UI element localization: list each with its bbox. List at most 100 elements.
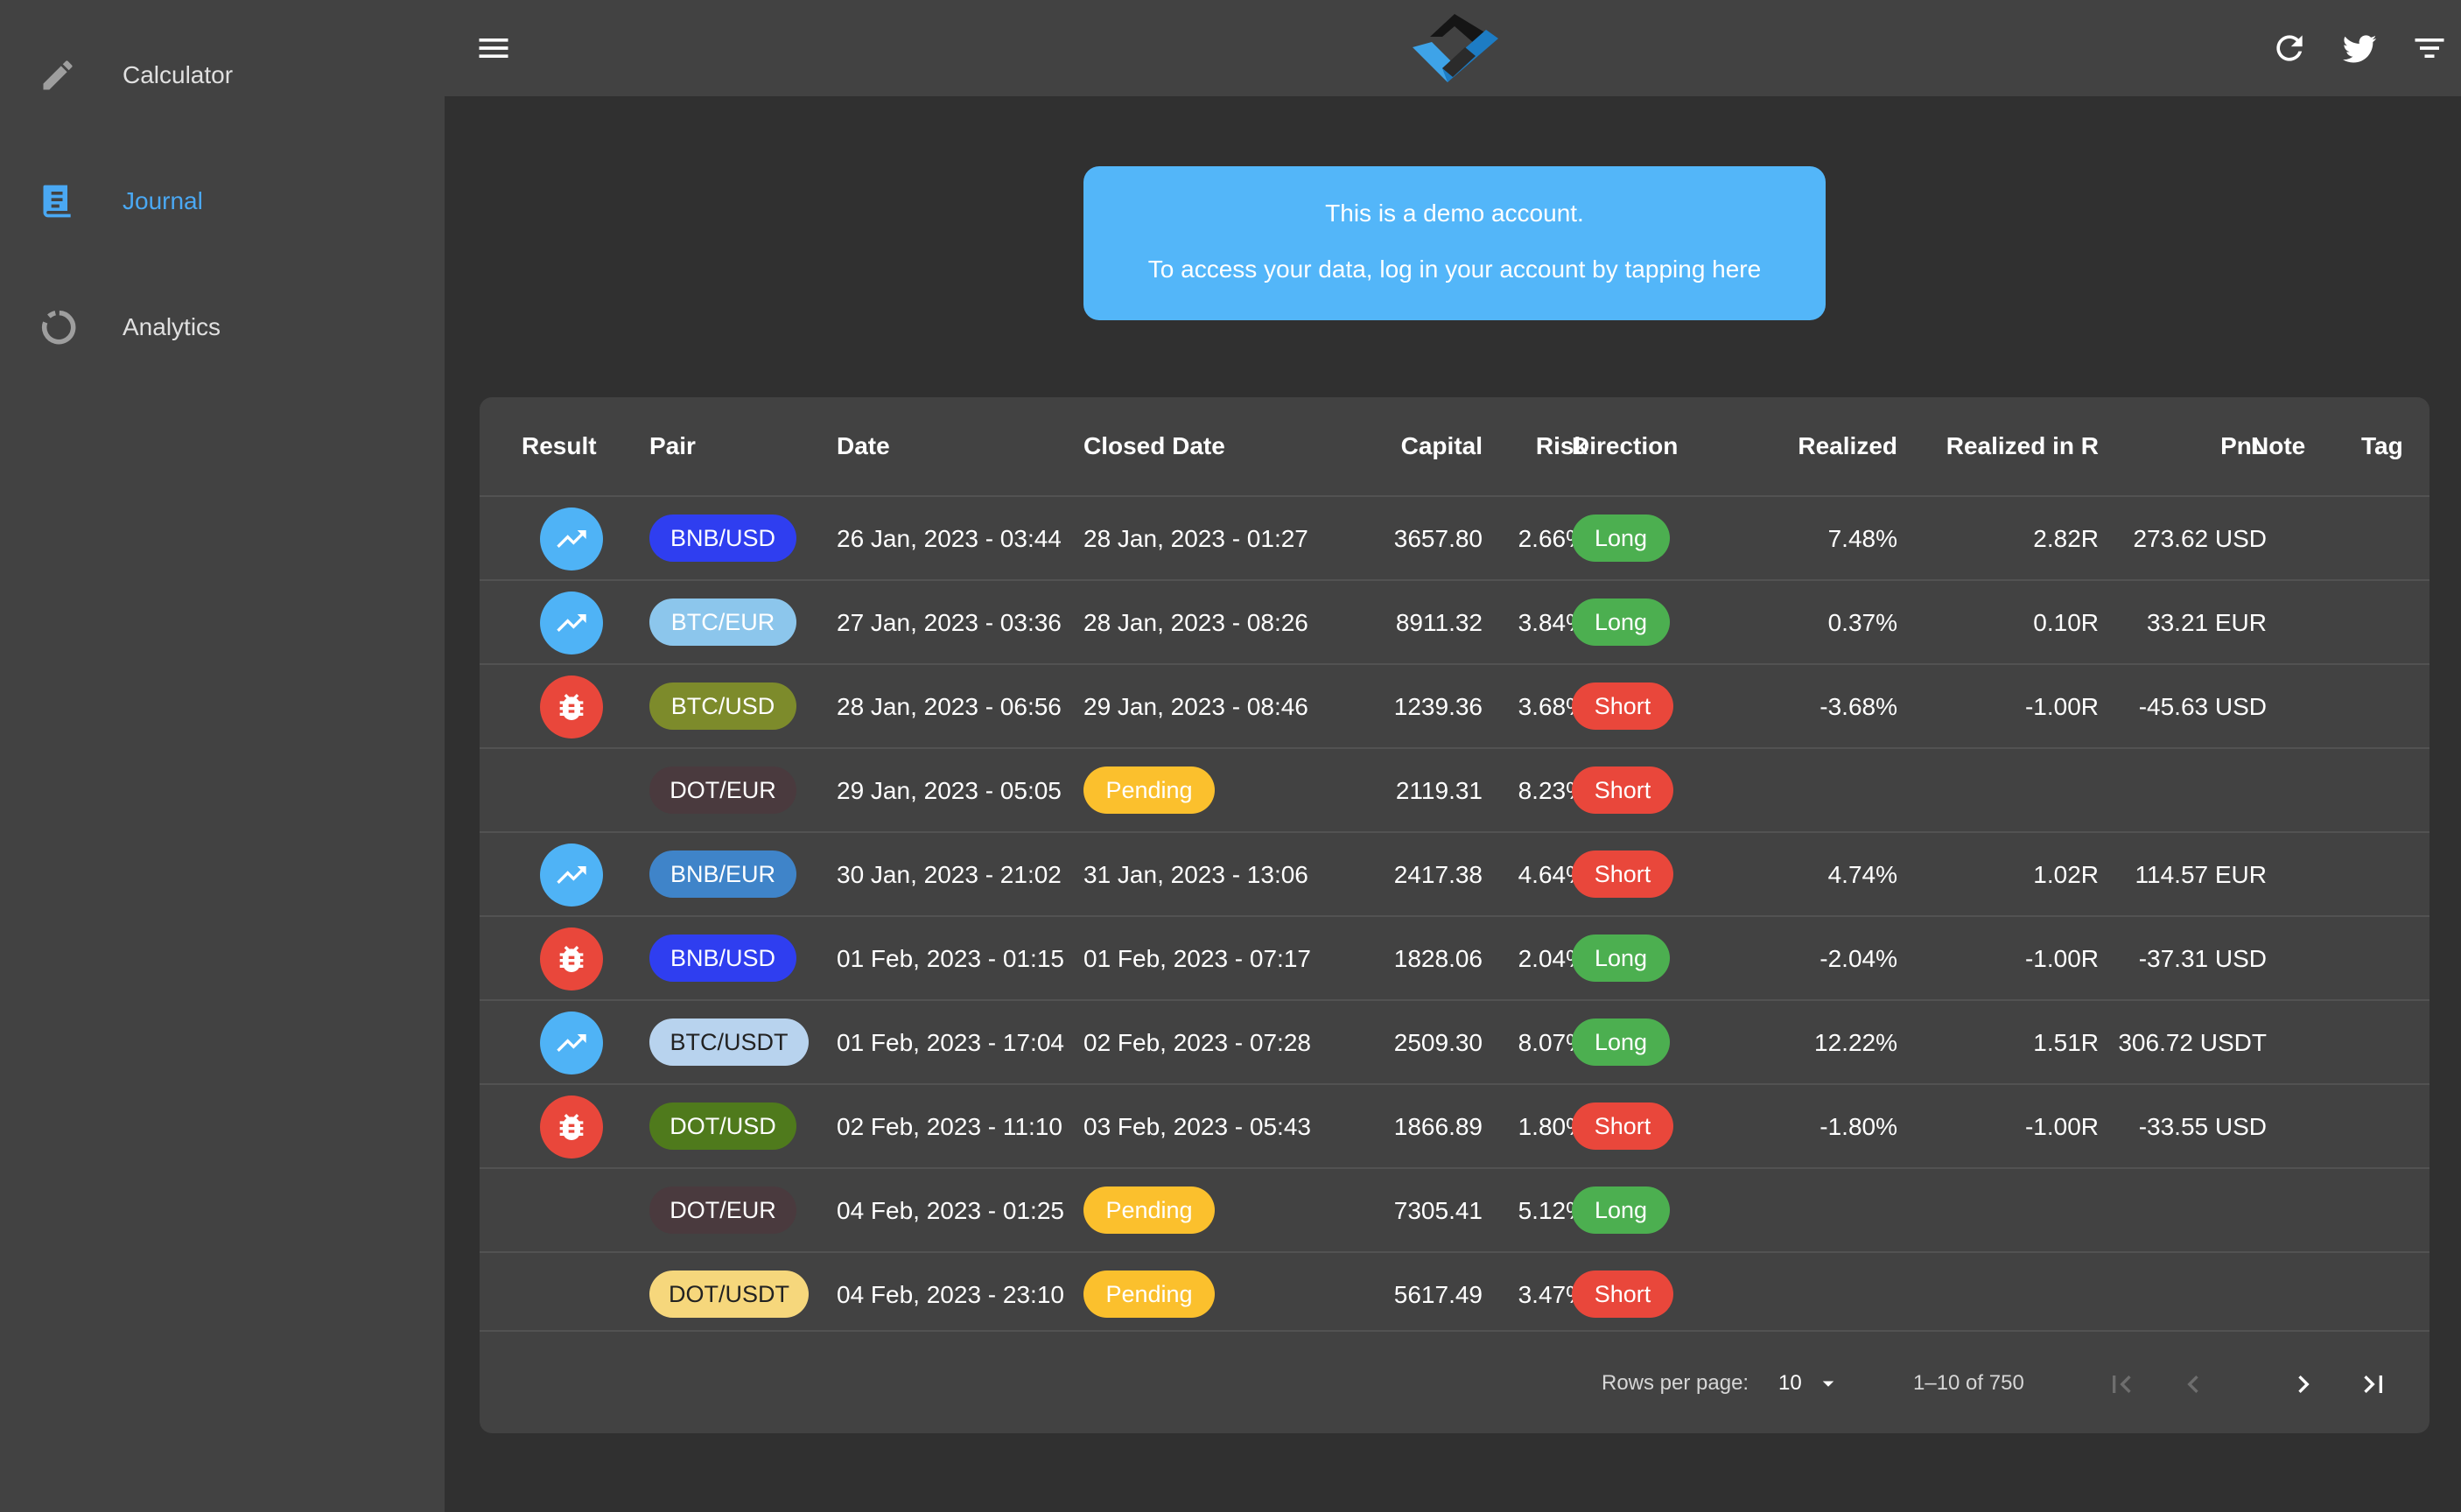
direction-long-chip: Long <box>1572 514 1670 562</box>
date-cell: 28 Jan, 2023 - 06:56 <box>837 693 1062 720</box>
pencil-icon <box>43 60 73 90</box>
realized-cell: -2.04% <box>1819 945 1897 972</box>
trending-up-icon <box>557 866 586 884</box>
pnl-cell: -45.63 USD <box>2138 693 2267 720</box>
journal-icon <box>43 185 71 218</box>
pair-chip[interactable]: BNB/USD <box>649 934 796 982</box>
result-loss-badge <box>540 928 603 990</box>
sidebar-item-journal[interactable]: Journal <box>0 149 445 254</box>
menu-icon[interactable] <box>474 29 513 67</box>
table-row[interactable]: BNB/USD 26 Jan, 2023 - 03:44 28 Jan, 2023 … <box>480 495 2429 581</box>
pair-chip[interactable]: BTC/USD <box>649 682 796 730</box>
direction-short-chip: Short <box>1572 850 1673 898</box>
pnl-cell: -33.55 USD <box>2138 1113 2267 1140</box>
pair-chip[interactable]: DOT/USD <box>649 1102 796 1150</box>
realized-r-cell <box>1897 1253 2099 1337</box>
realized-r-cell: -1.00R <box>2024 1113 2099 1140</box>
column-header-pnl[interactable]: PnL <box>2099 397 2267 495</box>
last-page-icon[interactable] <box>2356 1367 2391 1402</box>
sidebar-item-analytics[interactable]: Analytics <box>0 275 445 380</box>
table-row[interactable]: BTC/USDT 01 Feb, 2023 - 17:04 02 Feb, 2023… <box>480 999 2429 1085</box>
rows-per-page-select[interactable]: 10 <box>1778 1332 1802 1433</box>
pair-chip[interactable]: BNB/EUR <box>649 850 796 898</box>
realized-cell: 12.22% <box>1814 1029 1897 1056</box>
direction-short-chip: Short <box>1572 1102 1673 1150</box>
table-row[interactable]: DOT/USDT 04 Feb, 2023 - 23:10 Pending 5617.… <box>480 1251 2429 1337</box>
date-cell: 04 Feb, 2023 - 23:10 <box>837 1281 1064 1308</box>
capital-cell: 1239.36 <box>1393 693 1483 720</box>
pnl-cell <box>2099 1253 2267 1337</box>
realized-cell: 0.37% <box>1827 609 1897 636</box>
result-win-badge <box>540 844 603 906</box>
column-header-capital[interactable]: Capital <box>1337 397 1483 495</box>
closed-date-cell: 28 Jan, 2023 - 01:27 <box>1083 525 1308 552</box>
pair-chip[interactable]: BTC/EUR <box>649 598 796 646</box>
first-page-icon[interactable] <box>2104 1367 2139 1402</box>
column-header-result[interactable]: Result <box>522 397 597 495</box>
sidebar-item-label: Journal <box>123 187 203 214</box>
table-row[interactable]: BNB/EUR 30 Jan, 2023 - 21:02 31 Jan, 2023 … <box>480 831 2429 917</box>
column-header-note[interactable]: Note <box>2251 397 2305 495</box>
column-header-pair[interactable]: Pair <box>649 397 696 495</box>
closed-date-cell: 29 Jan, 2023 - 08:46 <box>1083 693 1308 720</box>
chevron-down-icon[interactable] <box>1815 1370 1841 1396</box>
pending-chip: Pending <box>1083 1270 1215 1318</box>
realized-cell <box>1722 1253 1897 1337</box>
table-row[interactable]: DOT/EUR 04 Feb, 2023 - 01:25 Pending 7305.4… <box>480 1167 2429 1253</box>
capital-cell: 8911.32 <box>1395 609 1483 636</box>
column-header-realized[interactable]: Realized <box>1722 397 1897 495</box>
realized-cell <box>1722 1169 1897 1253</box>
table-pagination: Rows per page: 10 1–10 of 750 <box>480 1330 2429 1433</box>
column-header-closed-date[interactable]: Closed Date <box>1083 397 1225 495</box>
realized-r-cell <box>1897 749 2099 833</box>
closed-date-cell: 31 Jan, 2023 - 13:06 <box>1083 861 1308 888</box>
demo-account-banner[interactable]: This is a demo account. To access your d… <box>1083 166 1826 320</box>
table-row[interactable]: DOT/EUR 29 Jan, 2023 - 05:05 Pending 2119.3… <box>480 747 2429 833</box>
pair-chip[interactable]: BNB/USD <box>649 514 796 562</box>
pair-chip[interactable]: DOT/USDT <box>649 1270 809 1318</box>
realized-r-cell: -1.00R <box>2024 693 2099 720</box>
pair-chip[interactable]: DOT/EUR <box>649 766 796 814</box>
pnl-cell <box>2099 749 2267 833</box>
sidebar-item-label: Calculator <box>123 61 234 88</box>
closed-date-cell: 02 Feb, 2023 - 07:28 <box>1083 1029 1311 1056</box>
date-cell: 01 Feb, 2023 - 17:04 <box>837 1029 1064 1056</box>
filter-icon[interactable] <box>2410 29 2449 67</box>
realized-cell <box>1722 749 1897 833</box>
pnl-cell: 273.62 USD <box>2133 525 2267 552</box>
column-header-direction[interactable]: Direction <box>1572 397 1678 495</box>
table-row[interactable]: BTC/EUR 27 Jan, 2023 - 03:36 28 Jan, 2023 … <box>480 579 2429 665</box>
pair-chip[interactable]: BTC/USDT <box>649 1018 809 1066</box>
date-cell: 02 Feb, 2023 - 11:10 <box>837 1113 1062 1140</box>
twitter-icon[interactable] <box>2340 29 2379 67</box>
table-row[interactable]: BTC/USD 28 Jan, 2023 - 06:56 29 Jan, 2023 … <box>480 663 2429 749</box>
pnl-cell: 306.72 USDT <box>2118 1029 2267 1056</box>
column-header-tag[interactable]: Tag <box>2361 397 2403 495</box>
closed-date-cell: 28 Jan, 2023 - 08:26 <box>1083 609 1308 636</box>
direction-short-chip: Short <box>1572 682 1673 730</box>
capital-cell: 2417.38 <box>1393 861 1483 888</box>
pagination-range: 1–10 of 750 <box>1913 1371 2024 1395</box>
date-cell: 27 Jan, 2023 - 03:36 <box>837 609 1062 636</box>
sidebar-item-calculator[interactable]: Calculator <box>0 23 445 128</box>
pair-chip[interactable]: DOT/EUR <box>649 1186 796 1234</box>
table-row[interactable]: BNB/USD 01 Feb, 2023 - 01:15 01 Feb, 2023 … <box>480 915 2429 1001</box>
realized-r-cell: -1.00R <box>2024 945 2099 972</box>
sidebar: Calculator Journal Analytics <box>0 0 445 1512</box>
pnl-cell <box>2099 1169 2267 1253</box>
table-row[interactable]: DOT/USD 02 Feb, 2023 - 11:10 03 Feb, 2023 … <box>480 1083 2429 1169</box>
trades-table: Result Pair Date Closed Date Capital Ris… <box>480 397 2429 1433</box>
sidebar-item-label: Analytics <box>123 313 221 340</box>
trending-up-icon <box>557 614 586 632</box>
column-header-realized-in-r[interactable]: Realized in R <box>1897 397 2099 495</box>
pending-chip: Pending <box>1083 766 1215 814</box>
refresh-icon[interactable] <box>2270 29 2309 67</box>
column-header-date[interactable]: Date <box>837 397 890 495</box>
closed-date-cell: 03 Feb, 2023 - 05:43 <box>1083 1113 1311 1140</box>
realized-r-cell: 1.51R <box>2033 1029 2099 1056</box>
app-logo[interactable] <box>1407 12 1502 84</box>
next-page-icon[interactable] <box>2286 1367 2321 1402</box>
realized-cell: 7.48% <box>1827 525 1897 552</box>
realized-cell: 4.74% <box>1827 861 1897 888</box>
previous-page-icon[interactable] <box>2176 1367 2211 1402</box>
